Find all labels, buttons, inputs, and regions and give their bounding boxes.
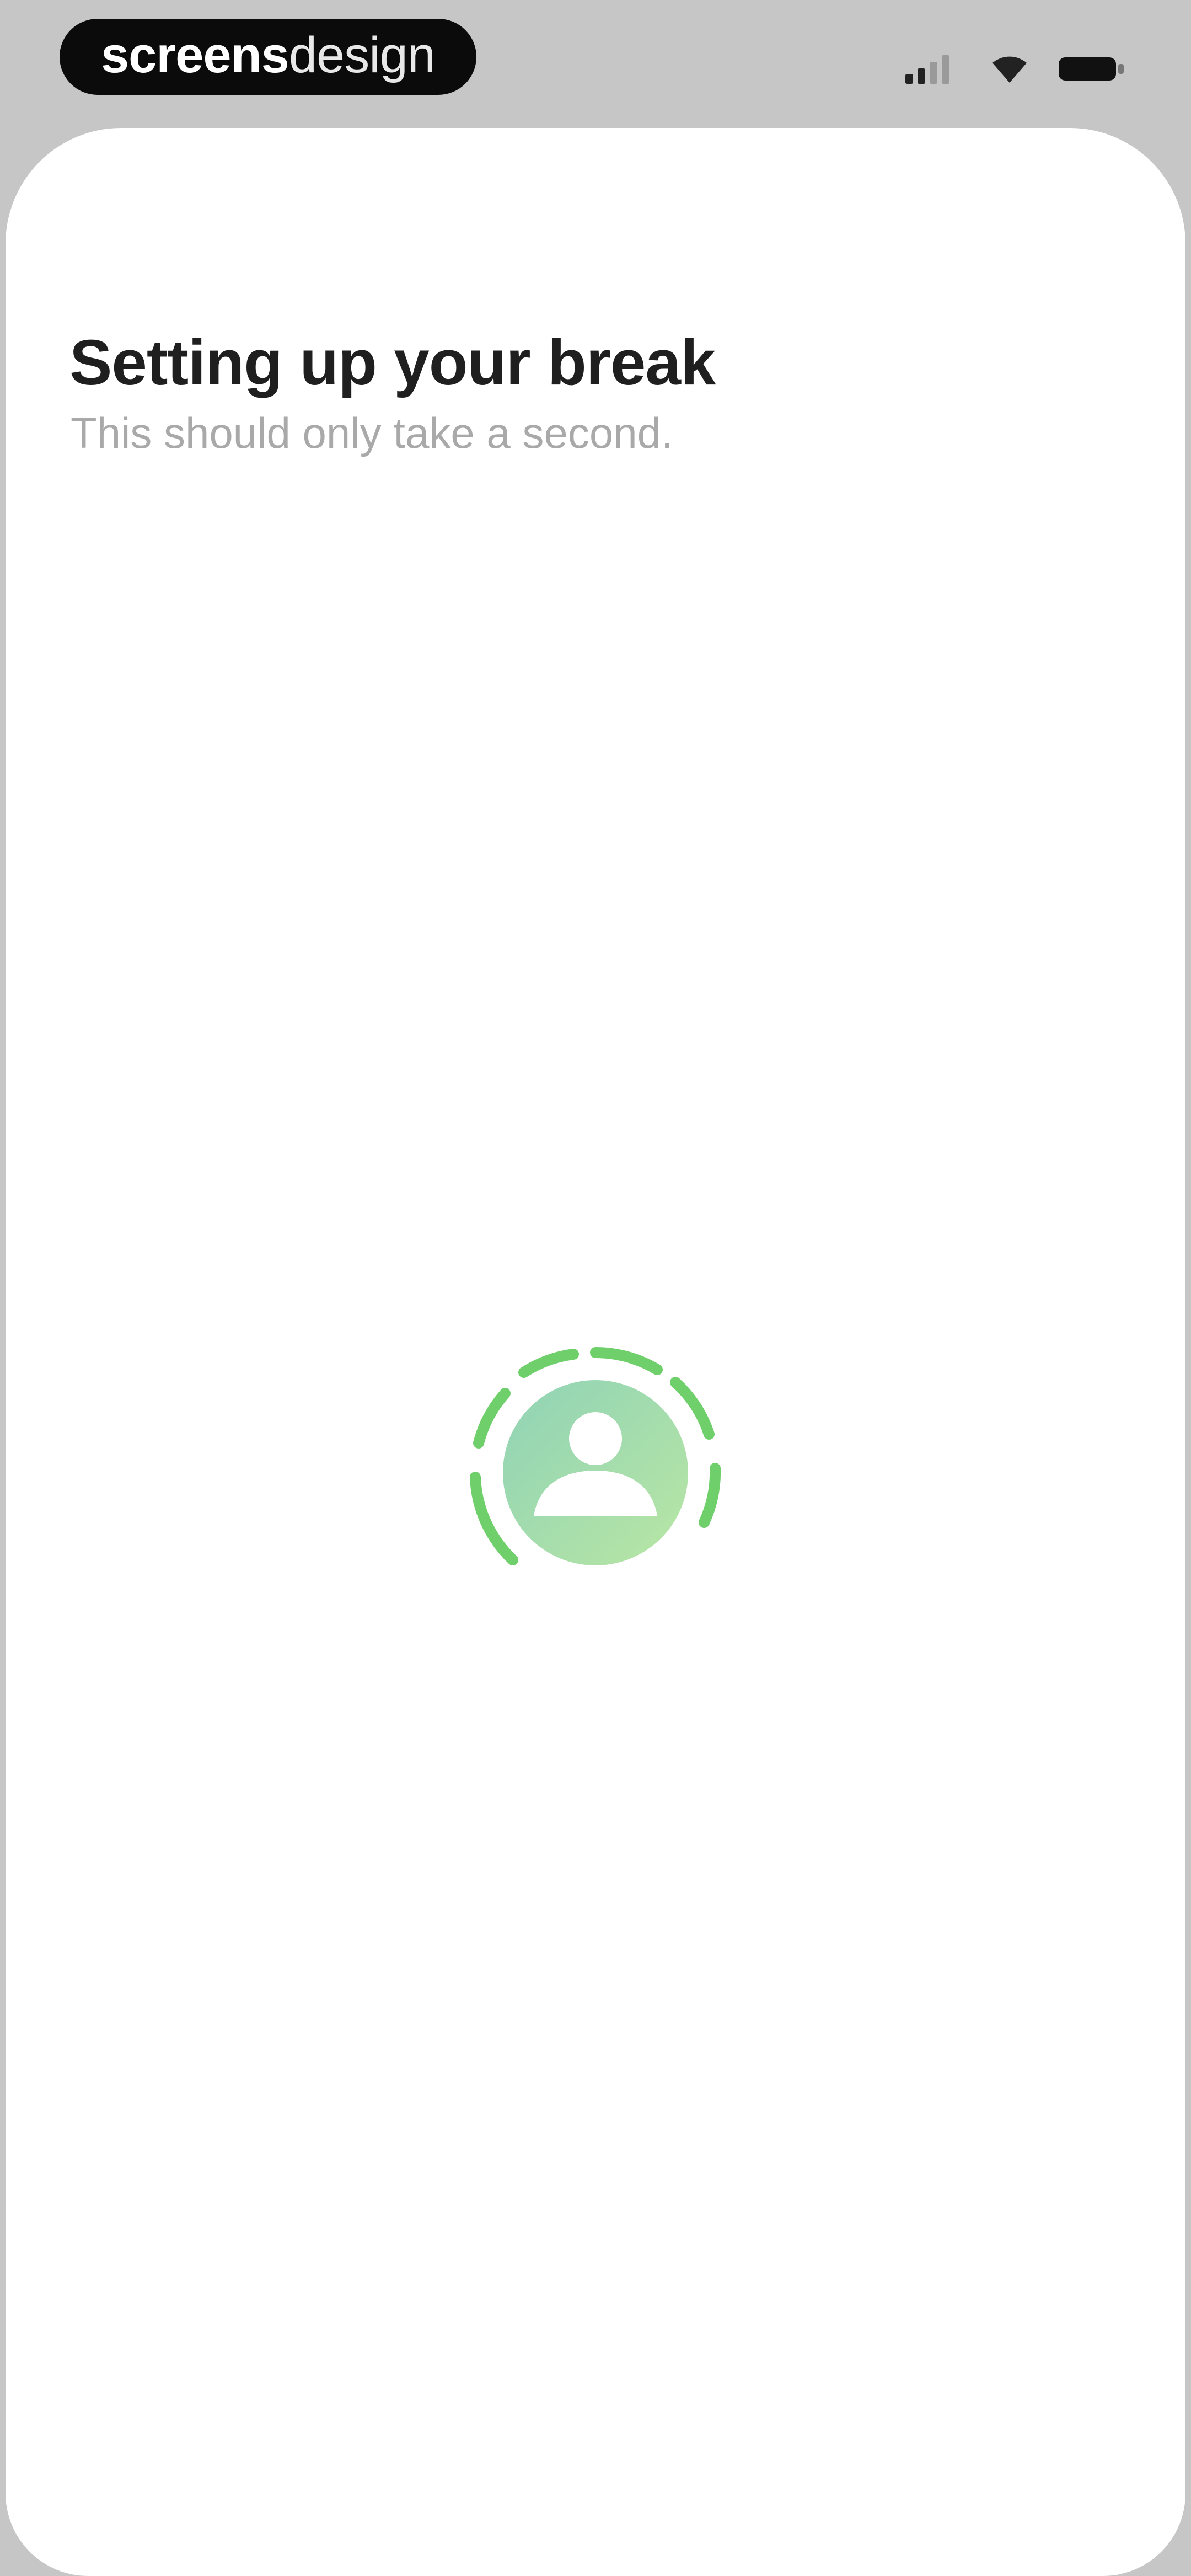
status-bar: screens design [0,0,1191,127]
page-subtitle: This should only take a second. [71,409,673,457]
logo-text-light: design [288,26,436,83]
user-avatar-icon [503,1380,688,1565]
logo-text-bold: screens [101,26,289,83]
cellular-signal-icon [905,53,961,84]
battery-icon [1059,53,1125,84]
wifi-icon [990,53,1029,84]
page-title: Setting up your break [69,327,716,398]
status-icons [905,51,1125,86]
screensdesign-logo: screens design [60,19,476,95]
app-screen: screens design Setting up your break Thi… [0,0,1191,2576]
loading-spinner [463,1340,728,1605]
